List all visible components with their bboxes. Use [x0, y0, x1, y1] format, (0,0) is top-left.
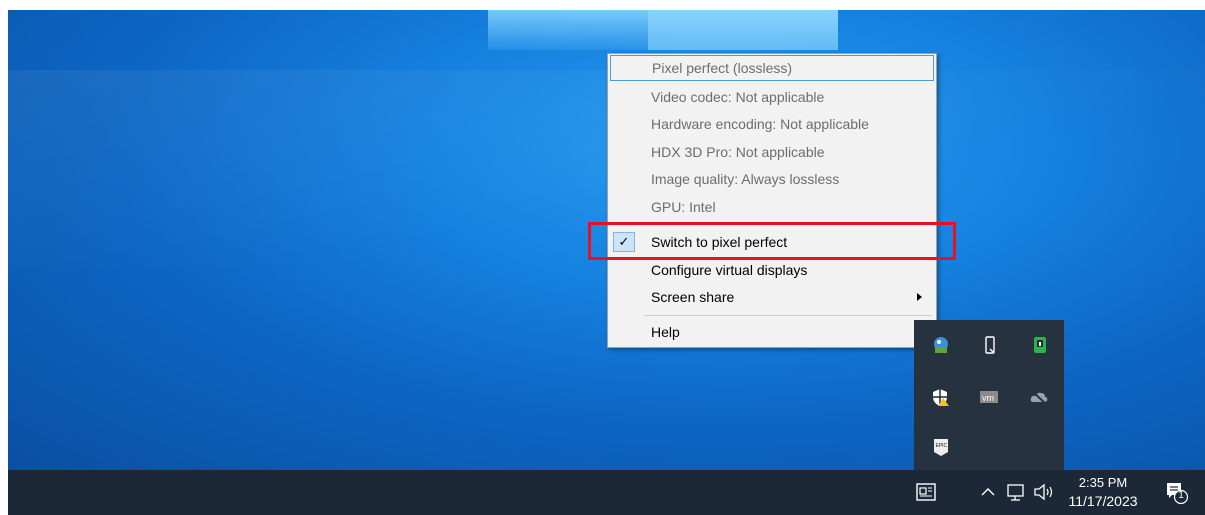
- submenu-arrow-icon: [917, 293, 922, 301]
- menu-item-hardware-encoding: Hardware encoding: Not applicable: [651, 116, 869, 132]
- menu-item-configure-virtual-displays[interactable]: Configure virtual displays: [608, 257, 936, 283]
- menu-item-gpu: GPU: Intel: [651, 199, 716, 215]
- window-logo-glow-pane: [648, 10, 838, 50]
- news-widget-icon[interactable]: [916, 483, 936, 501]
- volume-icon[interactable]: [1033, 483, 1055, 501]
- menu-item-pixel-perfect-status: Pixel perfect (lossless): [610, 55, 934, 81]
- tray-overflow-flyout: vm EPIC: [914, 320, 1064, 470]
- menu-item-video-codec: Video codec: Not applicable: [651, 89, 825, 105]
- menu-separator: [644, 315, 932, 316]
- epic-games-icon[interactable]: EPIC: [931, 437, 951, 457]
- clock-time[interactable]: 2:35 PM: [1068, 475, 1138, 490]
- menu-item-image-quality: Image quality: Always lossless: [651, 171, 840, 187]
- windows-security-warning-icon[interactable]: [930, 387, 950, 407]
- epic-games-text: EPIC: [936, 443, 948, 449]
- menu-item-help[interactable]: Help: [608, 319, 936, 345]
- taskbar: 2:35 PM 11/17/2023 1: [8, 470, 1205, 515]
- vmware-text: vm: [982, 393, 994, 403]
- network-icon[interactable]: [931, 335, 951, 355]
- notification-center-icon[interactable]: 1: [1166, 482, 1189, 505]
- chevron-up-icon[interactable]: [980, 484, 996, 500]
- highlight-box: [588, 222, 956, 260]
- menu-item-screen-share[interactable]: Screen share: [608, 284, 936, 310]
- battery-app-icon[interactable]: [1030, 335, 1050, 355]
- vmware-icon[interactable]: vm: [979, 387, 999, 407]
- cloud-offline-icon[interactable]: [1029, 387, 1049, 407]
- usb-drive-icon[interactable]: [980, 335, 1000, 355]
- context-menu: Pixel perfect (lossless) Video codec: No…: [607, 53, 937, 348]
- notification-count-badge: 1: [1178, 490, 1184, 501]
- clock-date[interactable]: 11/17/2023: [1063, 493, 1143, 509]
- menu-item-hdx-3d-pro: HDX 3D Pro: Not applicable: [651, 144, 825, 160]
- network-status-icon[interactable]: [1007, 483, 1029, 501]
